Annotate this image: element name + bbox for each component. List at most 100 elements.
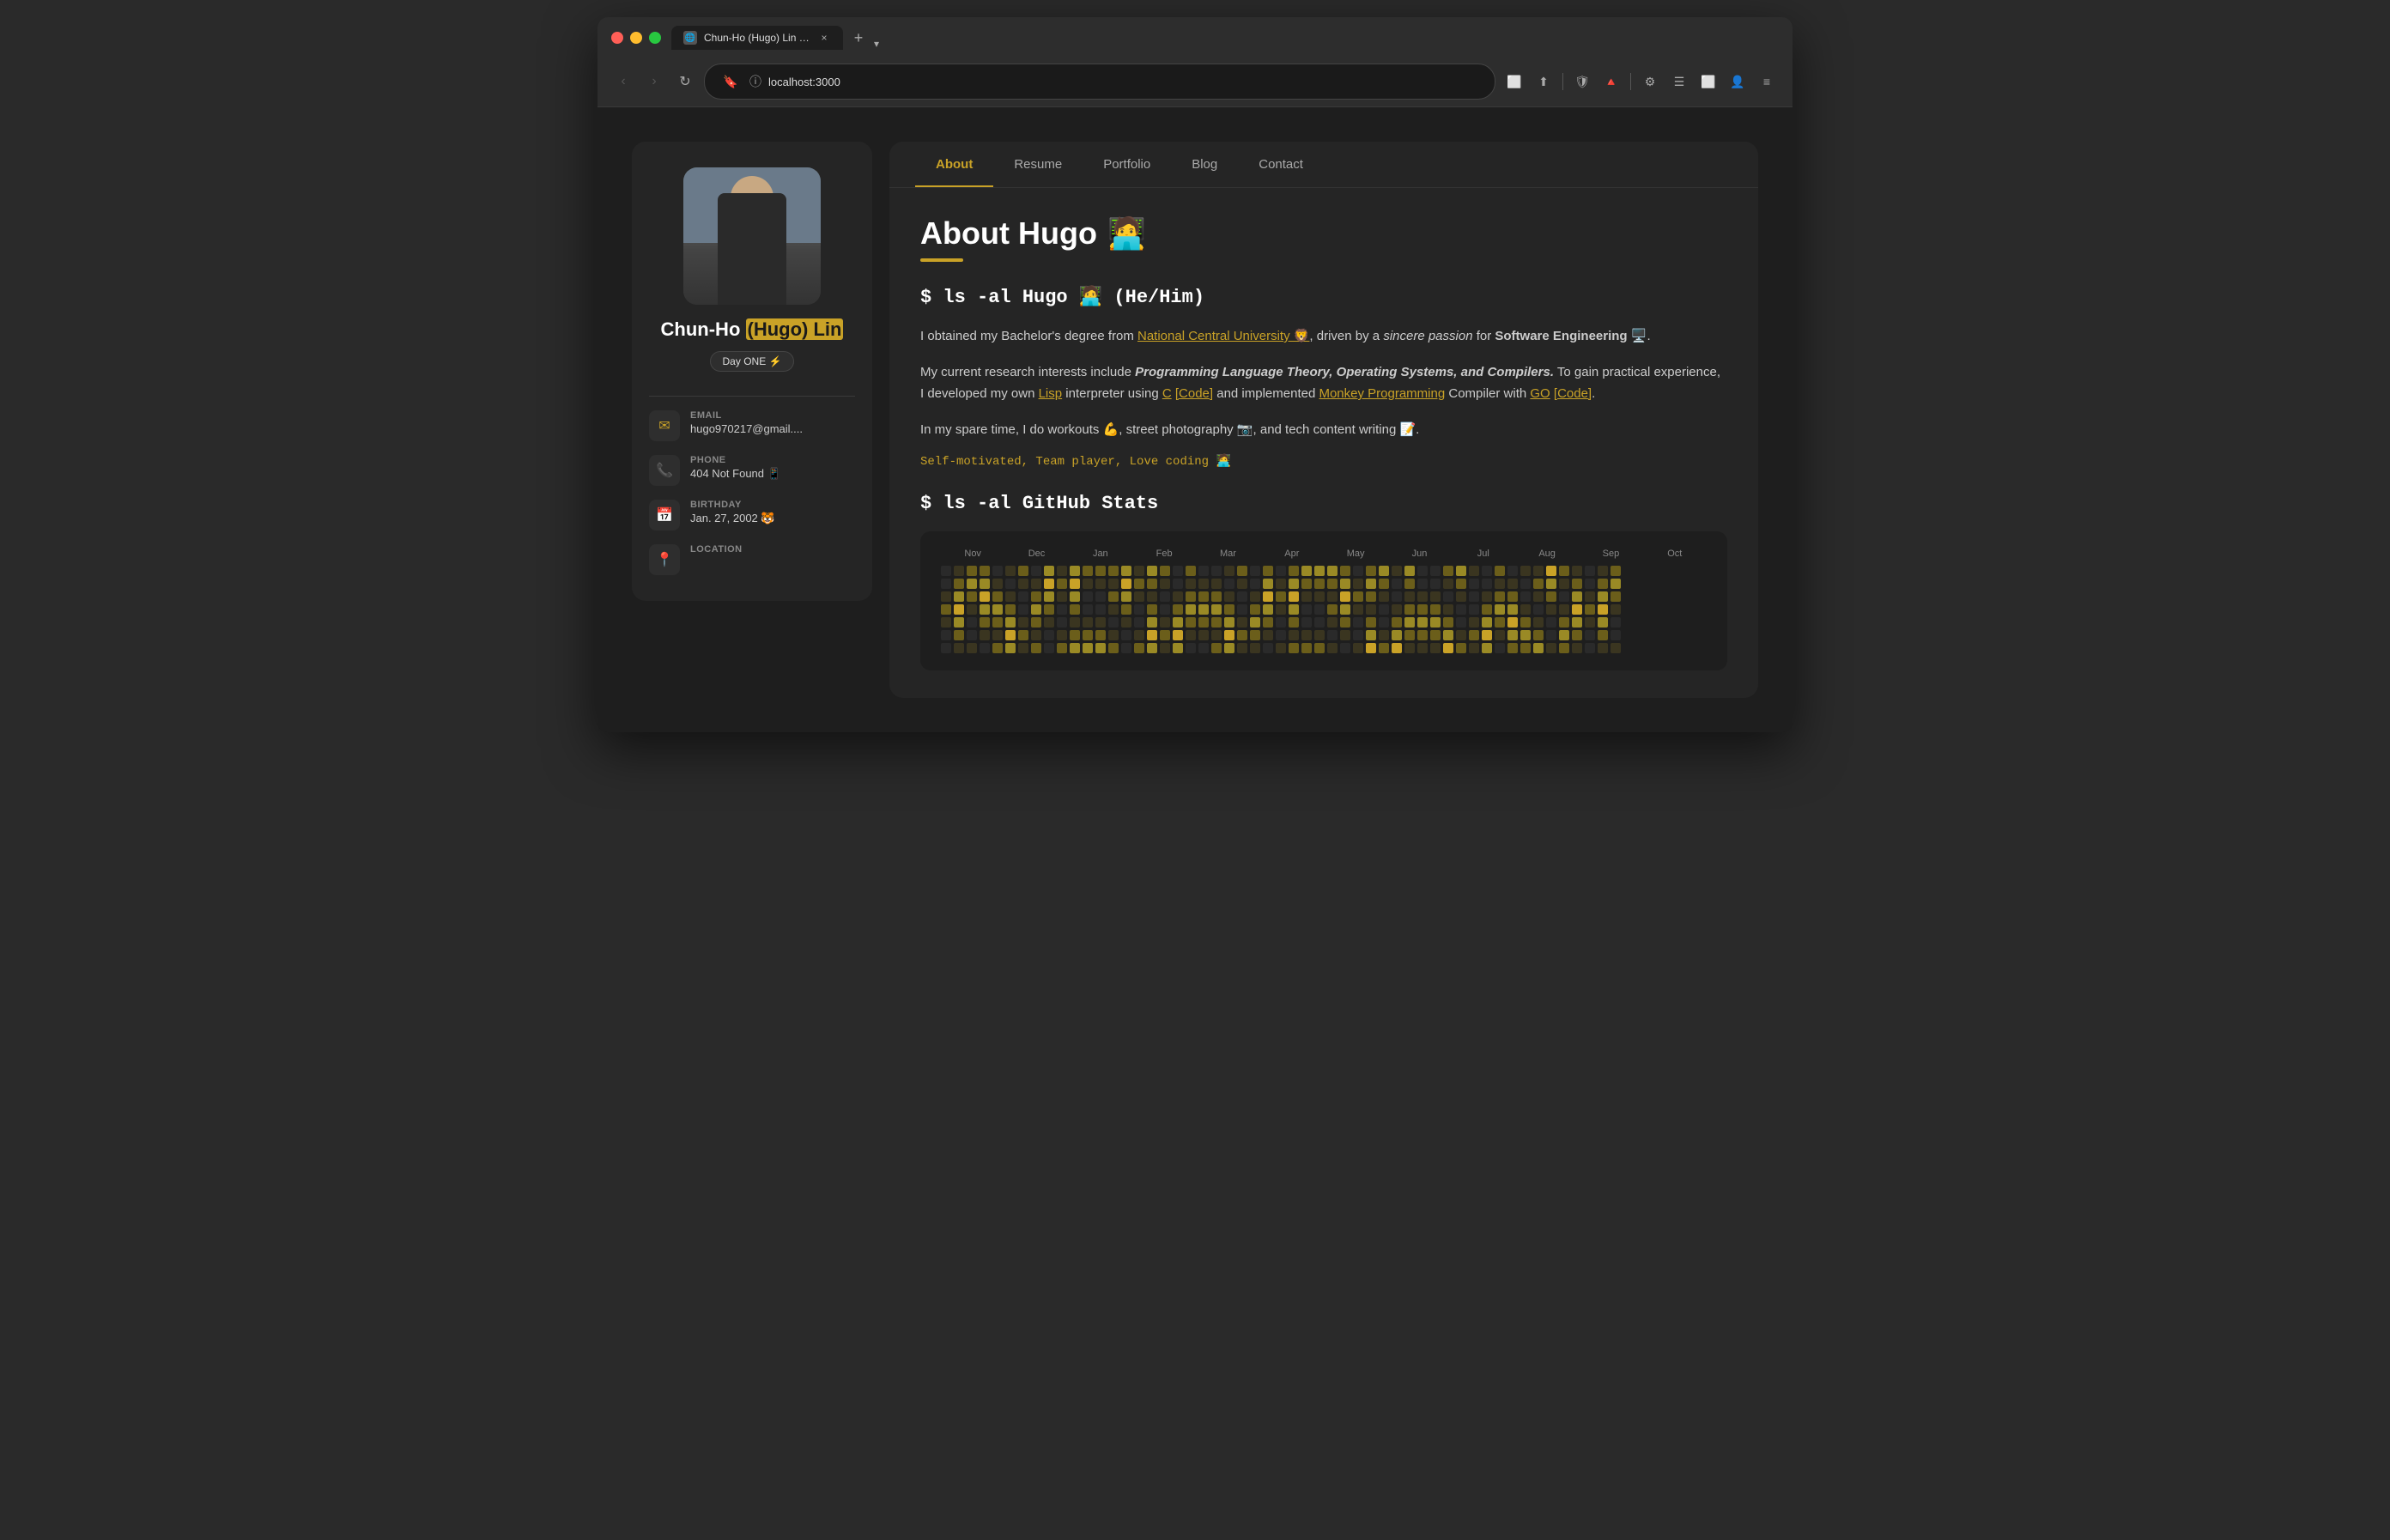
c-link[interactable]: C: [1162, 386, 1172, 401]
calendar-day[interactable]: [1031, 591, 1041, 602]
calendar-day[interactable]: [1507, 579, 1518, 589]
sidebar-button[interactable]: ☰: [1667, 70, 1691, 94]
calendar-day[interactable]: [1366, 617, 1376, 628]
calendar-day[interactable]: [1482, 617, 1492, 628]
calendar-day[interactable]: [1546, 566, 1556, 576]
calendar-day[interactable]: [1469, 643, 1479, 653]
calendar-day[interactable]: [1598, 617, 1608, 628]
calendar-day[interactable]: [1108, 591, 1119, 602]
calendar-day[interactable]: [1469, 630, 1479, 640]
calendar-day[interactable]: [1173, 591, 1183, 602]
calendar-day[interactable]: [1031, 566, 1041, 576]
calendar-day[interactable]: [1044, 591, 1054, 602]
calendar-day[interactable]: [1611, 604, 1621, 615]
calendar-day[interactable]: [1108, 617, 1119, 628]
calendar-day[interactable]: [1559, 617, 1569, 628]
calendar-day[interactable]: [1186, 591, 1196, 602]
calendar-day[interactable]: [1314, 617, 1325, 628]
calendar-day[interactable]: [1598, 643, 1608, 653]
calendar-day[interactable]: [1186, 643, 1196, 653]
calendar-day[interactable]: [1366, 604, 1376, 615]
calendar-day[interactable]: [1160, 604, 1170, 615]
calendar-day[interactable]: [1417, 630, 1428, 640]
calendar-day[interactable]: [1482, 604, 1492, 615]
calendar-day[interactable]: [1327, 630, 1338, 640]
calendar-day[interactable]: [1134, 643, 1144, 653]
calendar-day[interactable]: [1507, 630, 1518, 640]
calendar-day[interactable]: [1070, 643, 1080, 653]
calendar-day[interactable]: [1379, 591, 1389, 602]
calendar-day[interactable]: [1186, 617, 1196, 628]
calendar-day[interactable]: [1083, 604, 1093, 615]
calendar-day[interactable]: [1456, 643, 1466, 653]
calendar-day[interactable]: [1224, 617, 1234, 628]
calendar-day[interactable]: [1340, 604, 1350, 615]
tab-resume[interactable]: Resume: [993, 142, 1083, 187]
calendar-day[interactable]: [992, 579, 1003, 589]
calendar-day[interactable]: [1392, 566, 1402, 576]
calendar-day[interactable]: [1173, 643, 1183, 653]
calendar-day[interactable]: [1173, 566, 1183, 576]
calendar-day[interactable]: [1005, 604, 1016, 615]
calendar-day[interactable]: [1520, 604, 1531, 615]
calendar-day[interactable]: [1572, 617, 1582, 628]
calendar-day[interactable]: [1211, 604, 1222, 615]
calendar-day[interactable]: [1083, 630, 1093, 640]
calendar-day[interactable]: [1095, 579, 1106, 589]
calendar-day[interactable]: [1340, 566, 1350, 576]
calendar-day[interactable]: [1224, 643, 1234, 653]
calendar-day[interactable]: [1108, 579, 1119, 589]
calendar-day[interactable]: [1121, 591, 1131, 602]
calendar-day[interactable]: [992, 630, 1003, 640]
calendar-day[interactable]: [1443, 604, 1453, 615]
calendar-day[interactable]: [1366, 643, 1376, 653]
calendar-day[interactable]: [1095, 591, 1106, 602]
calendar-day[interactable]: [1482, 643, 1492, 653]
calendar-day[interactable]: [1276, 579, 1286, 589]
calendar-day[interactable]: [954, 630, 964, 640]
calendar-day[interactable]: [1340, 643, 1350, 653]
calendar-day[interactable]: [1057, 566, 1067, 576]
calendar-day[interactable]: [954, 617, 964, 628]
calendar-day[interactable]: [1198, 604, 1209, 615]
monkey-link[interactable]: Monkey Programming: [1319, 386, 1445, 401]
calendar-day[interactable]: [1520, 617, 1531, 628]
calendar-day[interactable]: [1469, 566, 1479, 576]
calendar-day[interactable]: [1495, 566, 1505, 576]
calendar-day[interactable]: [1533, 579, 1544, 589]
calendar-day[interactable]: [1276, 630, 1286, 640]
calendar-day[interactable]: [1533, 643, 1544, 653]
calendar-day[interactable]: [1211, 630, 1222, 640]
calendar-day[interactable]: [980, 566, 990, 576]
calendar-day[interactable]: [1108, 643, 1119, 653]
calendar-day[interactable]: [1276, 566, 1286, 576]
calendar-day[interactable]: [941, 617, 951, 628]
calendar-day[interactable]: [941, 630, 951, 640]
calendar-day[interactable]: [992, 604, 1003, 615]
calendar-day[interactable]: [1083, 566, 1093, 576]
calendar-day[interactable]: [1121, 604, 1131, 615]
calendar-day[interactable]: [980, 630, 990, 640]
calendar-day[interactable]: [1611, 591, 1621, 602]
calendar-day[interactable]: [1121, 643, 1131, 653]
calendar-day[interactable]: [1070, 630, 1080, 640]
calendar-day[interactable]: [954, 604, 964, 615]
calendar-day[interactable]: [1250, 643, 1260, 653]
calendar-day[interactable]: [1198, 617, 1209, 628]
calendar-day[interactable]: [1070, 591, 1080, 602]
calendar-day[interactable]: [1160, 579, 1170, 589]
calendar-day[interactable]: [1495, 579, 1505, 589]
calendar-day[interactable]: [1340, 617, 1350, 628]
calendar-day[interactable]: [1482, 630, 1492, 640]
calendar-day[interactable]: [1134, 630, 1144, 640]
calendar-day[interactable]: [1404, 630, 1415, 640]
calendar-day[interactable]: [1495, 617, 1505, 628]
calendar-day[interactable]: [980, 604, 990, 615]
calendar-day[interactable]: [1250, 617, 1260, 628]
calendar-day[interactable]: [1186, 604, 1196, 615]
calendar-day[interactable]: [1134, 591, 1144, 602]
calendar-day[interactable]: [1005, 591, 1016, 602]
calendar-day[interactable]: [1482, 579, 1492, 589]
calendar-day[interactable]: [1482, 591, 1492, 602]
calendar-day[interactable]: [1044, 604, 1054, 615]
